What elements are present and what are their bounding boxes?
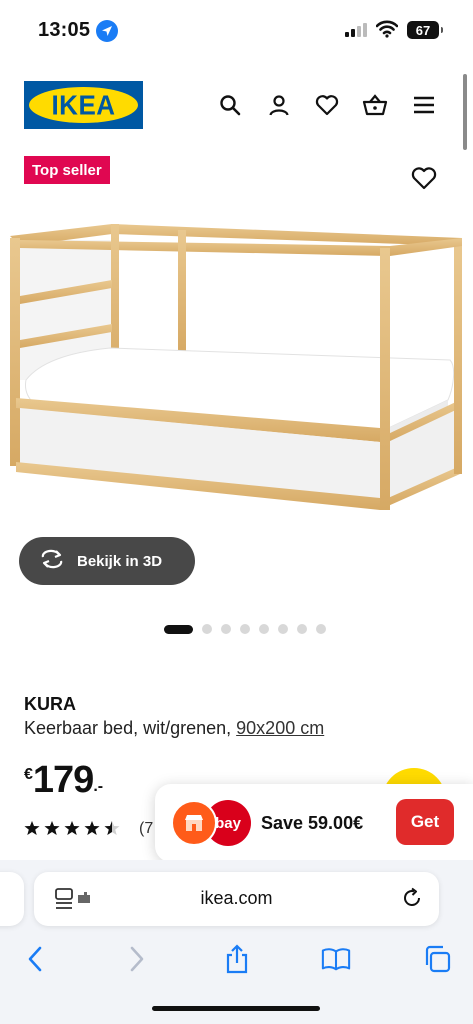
status-bar: 13:05 67	[0, 0, 473, 60]
site-header: IKEA	[0, 78, 473, 134]
price-currency: €	[24, 766, 33, 783]
browser-toolbar: ikea.com	[0, 860, 473, 1024]
wifi-icon	[375, 20, 399, 43]
back-icon[interactable]	[20, 944, 50, 974]
rating-count[interactable]: (7	[139, 820, 153, 838]
cellular-signal-icon	[345, 23, 367, 37]
add-to-wishlist-heart-icon[interactable]	[411, 166, 439, 194]
battery-indicator: 67	[407, 21, 443, 39]
carousel-dot[interactable]	[259, 624, 269, 634]
menu-icon[interactable]	[411, 92, 437, 118]
product-description: Keerbaar bed, wit/grenen, 90x200 cm	[24, 718, 324, 739]
location-arrow-icon	[96, 20, 118, 42]
reload-icon[interactable]	[401, 887, 423, 914]
search-icon[interactable]	[217, 92, 243, 118]
carousel-dot[interactable]	[316, 624, 326, 634]
save-offer-popup[interactable]: bay Save 59.00€ Get	[155, 784, 473, 862]
status-time: 13:05	[38, 19, 91, 41]
product-size-link[interactable]: 90x200 cm	[236, 718, 324, 738]
rotate-3d-icon	[39, 549, 65, 573]
image-carousel-dots[interactable]	[164, 624, 326, 634]
product-description-text: Keerbaar bed, wit/grenen,	[24, 718, 232, 738]
product-name: KURA	[24, 694, 76, 714]
top-seller-badge: Top seller	[24, 156, 110, 184]
price-decimal: .-	[93, 778, 104, 795]
view-in-3d-button[interactable]: Bekijk in 3D	[19, 537, 195, 585]
shopping-basket-icon[interactable]	[362, 92, 388, 118]
star-icon	[64, 820, 80, 841]
logo-text: IKEA	[51, 88, 116, 121]
product-image[interactable]	[0, 210, 473, 530]
carousel-dot[interactable]	[221, 624, 231, 634]
account-icon[interactable]	[266, 92, 292, 118]
address-bar[interactable]: ikea.com	[34, 872, 439, 926]
carousel-dot[interactable]	[278, 624, 288, 634]
get-offer-button[interactable]: Get	[396, 799, 454, 845]
carousel-dot[interactable]	[240, 624, 250, 634]
save-amount-text: Save 59.00€	[261, 813, 364, 833]
url-text: ikea.com	[200, 888, 273, 908]
ikea-logo[interactable]: IKEA	[24, 81, 143, 129]
page-scrollbar[interactable]	[463, 74, 467, 150]
star-icon	[24, 820, 40, 841]
forward-icon[interactable]	[122, 944, 152, 974]
store-coin-icon	[171, 800, 217, 846]
previous-tab-url-field[interactable]	[0, 872, 24, 926]
tabs-icon[interactable]	[422, 944, 452, 974]
price-value: 179	[32, 759, 94, 801]
star-icon	[104, 820, 120, 841]
star-icon	[44, 820, 60, 841]
view-in-3d-label: Bekijk in 3D	[77, 552, 163, 570]
product-price: € 179 .-	[24, 760, 103, 800]
share-icon[interactable]	[222, 944, 252, 974]
home-indicator	[152, 1006, 320, 1011]
bookmarks-icon[interactable]	[321, 944, 351, 974]
carousel-dot-active[interactable]	[164, 624, 193, 634]
wishlist-icon[interactable]	[314, 92, 340, 118]
rating-stars[interactable]	[24, 820, 120, 841]
carousel-dot[interactable]	[202, 624, 212, 634]
carousel-dot[interactable]	[297, 624, 307, 634]
star-icon	[84, 820, 100, 841]
